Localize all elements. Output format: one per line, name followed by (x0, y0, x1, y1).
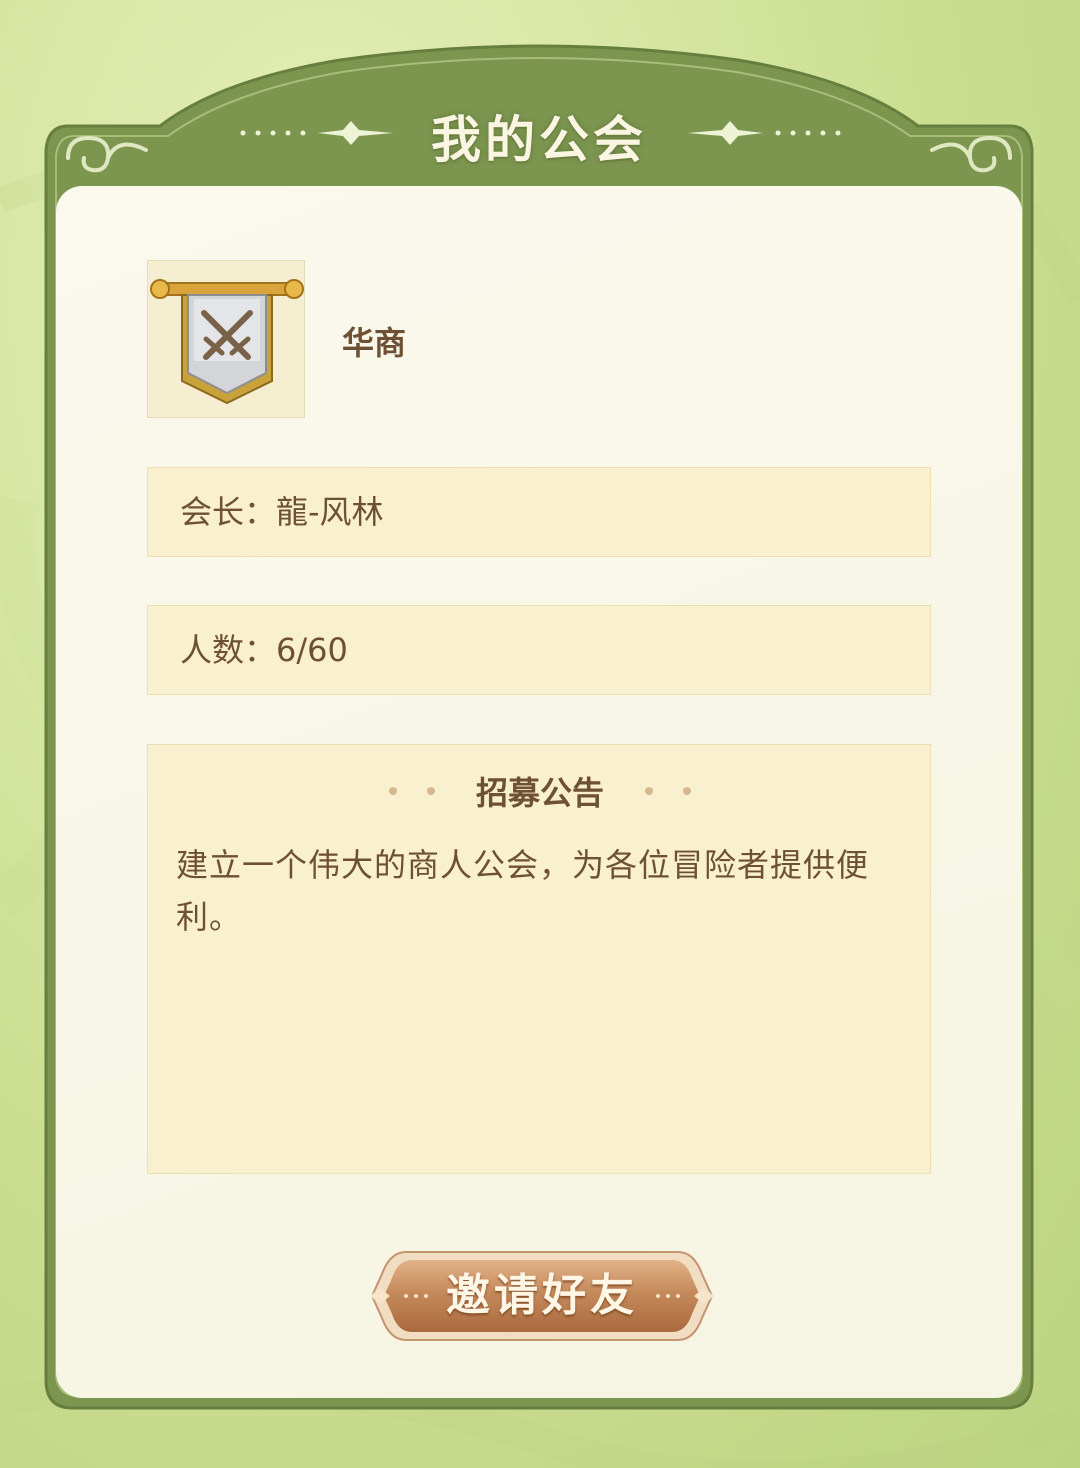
guild-member-count-row: 人数：6/60 (147, 605, 931, 695)
notice-title: 招募公告 (475, 774, 604, 812)
guild-leader-row: 会长：龍-风林 (147, 467, 931, 557)
page-title: 我的公会 (431, 110, 647, 169)
invite-friends-label: 邀请好友 (446, 1270, 638, 1321)
dot-ornament-icon (388, 787, 397, 795)
invite-friends-button[interactable]: 邀请好友 (366, 1244, 718, 1348)
guild-info-panel: 华商 会长：龍-风林 人数：6/60 招募公告 建立一个伟大的商人公会，为各位冒… (56, 186, 1022, 1398)
title-ornament-right-icon (688, 121, 841, 145)
notice-text: 建立一个伟大的商人公会，为各位冒险者提供便利。 (176, 846, 870, 936)
notice-header: 招募公告 (148, 769, 932, 813)
dot-ornament-icon (645, 787, 653, 795)
guild-emblem (147, 260, 305, 418)
crossed-swords-banner-icon (150, 279, 304, 405)
recruitment-notice: 招募公告 建立一个伟大的商人公会，为各位冒险者提供便利。 (147, 744, 931, 1174)
guild-card: 我的公会 华商 会长：龍-风林 人数：6/60 招募公告 建立一个伟大的商人公会… (38, 40, 1040, 1412)
dot-ornament-icon (426, 787, 435, 795)
dot-ornament-icon (683, 787, 691, 795)
guild-name: 华商 (342, 324, 407, 362)
